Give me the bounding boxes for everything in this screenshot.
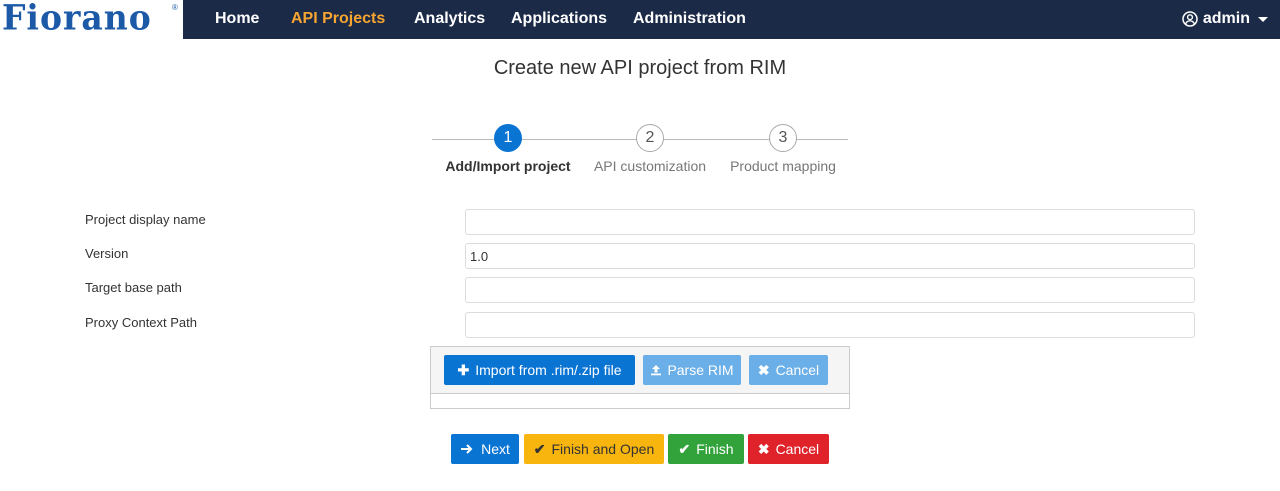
logo-text: Fiorano [2, 0, 152, 38]
finish-button[interactable]: ✔ Finish [668, 434, 744, 464]
upload-cancel-label: Cancel [775, 362, 820, 378]
display-name-input[interactable] [465, 209, 1195, 235]
nav-applications[interactable]: Applications [511, 10, 607, 28]
plus-icon: ✚ [457, 361, 470, 378]
import-file-label: Import from .rim/.zip file [475, 362, 622, 378]
proxy-context-path-label: Proxy Context Path [85, 315, 197, 330]
step-label: Add/Import project [445, 158, 571, 174]
display-name-label: Project display name [85, 212, 206, 227]
version-input[interactable] [465, 243, 1195, 269]
proxy-context-path-input[interactable] [465, 312, 1195, 338]
nav-api-projects[interactable]: API Projects [291, 10, 385, 28]
next-button[interactable]: Next [451, 434, 519, 464]
target-base-path-input[interactable] [465, 277, 1195, 303]
step-number: 1 [494, 124, 522, 152]
step-add-import[interactable]: 1 Add/Import project [438, 124, 578, 174]
step-number: 3 [769, 124, 797, 152]
check-icon: ✔ [533, 440, 546, 457]
target-base-path-label: Target base path [85, 280, 182, 295]
upload-toolbar: ✚ Import from .rim/.zip file Parse RIM ✖… [431, 347, 849, 394]
arrow-right-icon [461, 444, 473, 454]
parse-rim-label: Parse RIM [667, 362, 734, 378]
upload-icon [651, 365, 662, 376]
import-file-button[interactable]: ✚ Import from .rim/.zip file [444, 355, 635, 385]
finish-and-open-label: Finish and Open [551, 441, 655, 457]
version-label: Version [85, 246, 129, 261]
user-circle-icon [1182, 11, 1198, 27]
step-api-customization[interactable]: 2 API customization [580, 124, 720, 174]
user-name: admin [1202, 10, 1250, 27]
user-menu[interactable]: admin [1182, 10, 1268, 28]
finish-label: Finish [696, 441, 734, 457]
upload-cancel-button[interactable]: ✖ Cancel [749, 355, 828, 385]
finish-and-open-button[interactable]: ✔ Finish and Open [524, 434, 664, 464]
step-product-mapping[interactable]: 3 Product mapping [713, 124, 853, 174]
cancel-button[interactable]: ✖ Cancel [748, 434, 829, 464]
check-icon: ✔ [678, 440, 691, 457]
close-icon: ✖ [757, 361, 770, 378]
cancel-label: Cancel [775, 441, 820, 457]
step-number: 2 [636, 124, 664, 152]
parse-rim-button[interactable]: Parse RIM [643, 355, 741, 385]
nav-home[interactable]: Home [215, 10, 259, 28]
caret-down-icon [1258, 17, 1268, 22]
registered-mark: ® [172, 3, 178, 12]
nav-administration[interactable]: Administration [633, 10, 746, 28]
next-label: Next [481, 441, 510, 457]
top-navbar: Fiorano ® Home API Projects Analytics Ap… [0, 0, 1280, 39]
brand-logo[interactable]: Fiorano ® [0, 0, 183, 39]
step-label: Product mapping [730, 158, 836, 174]
page-title: Create new API project from RIM [493, 57, 787, 79]
step-label: API customization [593, 158, 707, 174]
wizard-stepper: 1 Add/Import project 2 API customization… [432, 124, 848, 174]
nav-analytics[interactable]: Analytics [414, 10, 485, 28]
file-upload-panel: ✚ Import from .rim/.zip file Parse RIM ✖… [430, 346, 850, 409]
close-icon: ✖ [757, 440, 770, 457]
